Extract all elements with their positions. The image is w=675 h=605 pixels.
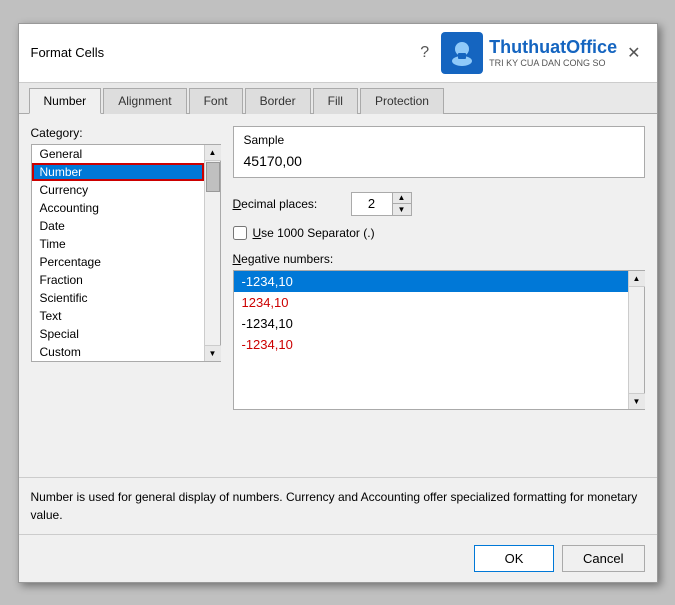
cat-time[interactable]: Time xyxy=(32,235,204,253)
left-panel: Category: General Number Currency Accoun… xyxy=(31,126,221,465)
spin-up-button[interactable]: ▲ xyxy=(393,193,411,204)
neg-scroll-up-arrow[interactable]: ▲ xyxy=(629,271,645,287)
cat-percentage[interactable]: Percentage xyxy=(32,253,204,271)
separator-label[interactable]: Use 1000 Separator (.) xyxy=(253,226,375,240)
tab-font[interactable]: Font xyxy=(189,88,243,114)
spin-down-button[interactable]: ▼ xyxy=(393,204,411,215)
brand-name: ThuthuatOffice xyxy=(489,37,617,58)
tab-fill[interactable]: Fill xyxy=(313,88,358,114)
ok-button[interactable]: OK xyxy=(474,545,554,572)
cat-accounting[interactable]: Accounting xyxy=(32,199,204,217)
neg-item-2[interactable]: -1234,10 xyxy=(234,313,628,334)
format-cells-dialog: Format Cells ? ThuthuatOffice TRI KY CUA… xyxy=(18,23,658,583)
button-row: OK Cancel xyxy=(19,534,657,582)
neg-item-0[interactable]: -1234,10 xyxy=(234,271,628,292)
decimal-places-input[interactable] xyxy=(352,193,392,215)
neg-item-3[interactable]: -1234,10 xyxy=(234,334,628,355)
cat-date[interactable]: Date xyxy=(32,217,204,235)
close-button[interactable]: ✕ xyxy=(623,43,644,63)
cat-text[interactable]: Text xyxy=(32,307,204,325)
category-list: General Number Currency Accounting Date … xyxy=(32,145,204,361)
tab-border[interactable]: Border xyxy=(245,88,311,114)
sample-section: Sample 45170,00 xyxy=(233,126,645,178)
negative-list-container: -1234,10 1234,10 -1234,10 -1234,10 ▲ ▼ xyxy=(233,270,645,410)
right-panel: Sample 45170,00 Decimal places: ▲ ▼ xyxy=(233,126,645,465)
cat-currency[interactable]: Currency xyxy=(32,181,204,199)
tab-protection[interactable]: Protection xyxy=(360,88,444,114)
cat-general[interactable]: General xyxy=(32,145,204,163)
category-label: Category: xyxy=(31,126,221,140)
scroll-thumb[interactable] xyxy=(206,162,220,192)
title-bar: Format Cells ? ThuthuatOffice TRI KY CUA… xyxy=(19,24,657,83)
description-text: Number is used for general display of nu… xyxy=(19,477,657,534)
scroll-up-arrow[interactable]: ▲ xyxy=(205,145,221,161)
category-scrollbar[interactable]: ▲ ▼ xyxy=(204,145,220,361)
sample-label: Sample xyxy=(244,133,634,147)
title-logo: ? ThuthuatOffice TRI KY CUA DAN CONG SO … xyxy=(420,32,644,74)
tab-number[interactable]: Number xyxy=(29,88,102,114)
scroll-down-arrow[interactable]: ▼ xyxy=(205,345,221,361)
negative-list: -1234,10 1234,10 -1234,10 -1234,10 xyxy=(234,271,628,409)
tabs-bar: Number Alignment Font Border Fill Protec… xyxy=(19,83,657,114)
neg-item-1[interactable]: 1234,10 xyxy=(234,292,628,313)
neg-scroll-down-arrow[interactable]: ▼ xyxy=(629,393,645,409)
brand-sub: TRI KY CUA DAN CONG SO xyxy=(489,58,617,68)
negative-numbers-section: Negative numbers: -1234,10 1234,10 -1234… xyxy=(233,250,645,410)
negative-scrollbar[interactable]: ▲ ▼ xyxy=(628,271,644,409)
cancel-button[interactable]: Cancel xyxy=(562,545,644,572)
spinner-buttons: ▲ ▼ xyxy=(392,193,411,215)
cat-custom[interactable]: Custom xyxy=(32,343,204,361)
cat-number[interactable]: Number xyxy=(32,163,204,181)
cat-fraction[interactable]: Fraction xyxy=(32,271,204,289)
category-list-container: General Number Currency Accounting Date … xyxy=(31,144,221,362)
tab-alignment[interactable]: Alignment xyxy=(103,88,186,114)
sample-value: 45170,00 xyxy=(244,151,634,171)
decimal-places-label: Decimal places: xyxy=(233,197,343,211)
separator-row: Use 1000 Separator (.) xyxy=(233,226,645,240)
dialog-title: Format Cells xyxy=(31,45,105,60)
decimal-spinner: ▲ ▼ xyxy=(351,192,412,216)
main-content: Category: General Number Currency Accoun… xyxy=(19,114,657,477)
title-bar-left: Format Cells xyxy=(31,45,105,60)
separator-checkbox[interactable] xyxy=(233,226,247,240)
question-mark-icon: ? xyxy=(420,44,429,62)
cat-scientific[interactable]: Scientific xyxy=(32,289,204,307)
decimal-places-row: Decimal places: ▲ ▼ xyxy=(233,192,645,216)
negative-label: Negative numbers: xyxy=(233,252,645,266)
cat-special[interactable]: Special xyxy=(32,325,204,343)
brand-icon xyxy=(441,32,483,74)
